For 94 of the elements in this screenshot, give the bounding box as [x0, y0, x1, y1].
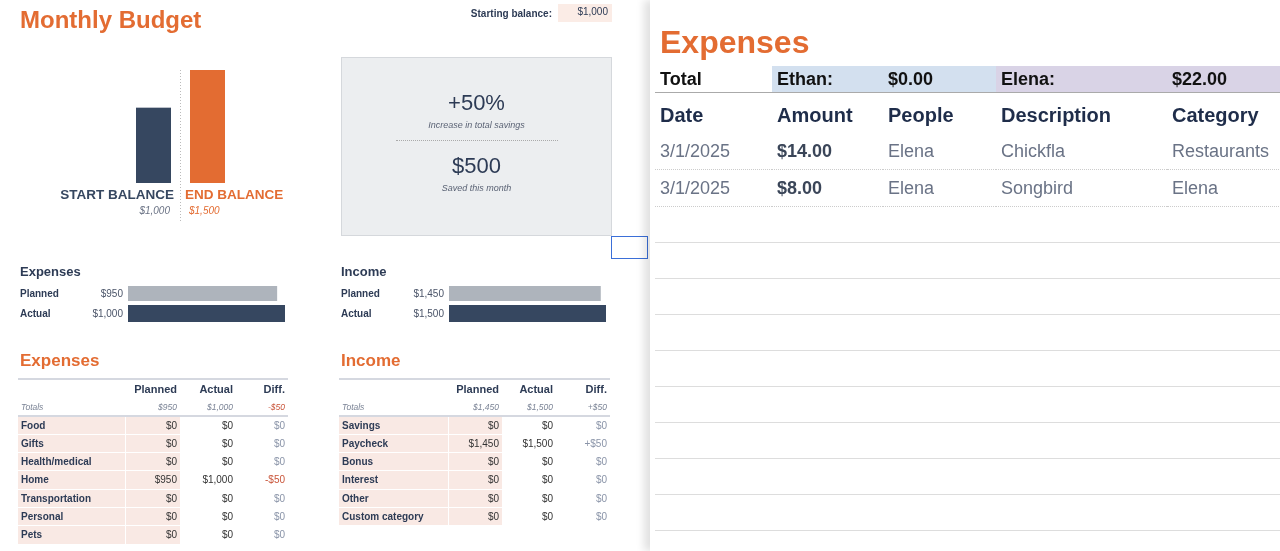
category-cell[interactable]: Interest: [339, 471, 448, 490]
diff-cell-text: $0: [272, 436, 286, 451]
actual-cell-text: $0: [540, 418, 554, 433]
category-cell[interactable]: Bonus: [339, 453, 448, 472]
balance-label: START BALANCE: [60, 187, 174, 202]
actual-cell-text: $0: [220, 491, 234, 506]
totals-cell: $1,500: [502, 398, 556, 417]
table-title: Expenses: [20, 351, 101, 372]
actual-cell-text: $0: [220, 510, 234, 525]
expense-cell: 3/1/2025: [655, 170, 772, 207]
expense-cell: Songbird: [996, 170, 1167, 207]
planned-cell[interactable]: $0: [125, 526, 180, 545]
actual-cell-text: $0: [540, 473, 554, 488]
column-header: Category: [1171, 103, 1260, 128]
balance-label: END BALANCE: [185, 187, 284, 202]
comparison-value: $1,450: [412, 287, 445, 299]
column-header: People: [887, 103, 955, 128]
column-header: Actual: [198, 382, 234, 397]
category-cell[interactable]: Personal: [18, 508, 125, 527]
actual-cell-text: $0: [220, 436, 234, 451]
column-header: Diff.: [262, 382, 286, 397]
column-header: Date: [659, 103, 705, 128]
person-name: Ethan:: [772, 66, 883, 93]
diff-cell-text: -$50: [264, 473, 286, 488]
actual-cell-text: $0: [540, 455, 554, 470]
summary-caption: Saved this month: [441, 183, 512, 193]
comparison-label: Planned: [341, 287, 381, 299]
expense-cell: $8.00: [772, 170, 883, 207]
actual-cell-text: $0: [540, 510, 554, 525]
expense-cell: $14.00: [772, 133, 883, 170]
comparison-value: $1,500: [412, 307, 445, 319]
totals-cell: +$50: [556, 398, 610, 417]
category-cell[interactable]: Health/medical: [18, 453, 125, 472]
person-total: $22.00: [1167, 66, 1280, 93]
column-header: Planned: [455, 382, 500, 397]
category-cell[interactable]: Pets: [18, 526, 125, 545]
cell-cursor: [611, 236, 648, 259]
starting-balance-label: Starting balance:: [470, 7, 552, 19]
summary-value: $500: [452, 153, 501, 179]
column-header: Planned: [133, 382, 178, 397]
planned-cell[interactable]: $0: [448, 453, 502, 472]
diff-cell-text: $0: [272, 418, 286, 433]
column-header: Description: [1000, 103, 1113, 128]
expense-cell: Elena: [883, 133, 996, 170]
person-total: $0.00: [883, 66, 996, 93]
diff-cell-text: $0: [594, 455, 608, 470]
planned-cell[interactable]: $0: [448, 471, 502, 490]
column-header: Actual: [518, 382, 554, 397]
diff-cell-text: $0: [594, 491, 608, 506]
expenses-title: Expenses: [660, 24, 811, 62]
actual-cell-text: $0: [220, 528, 234, 543]
diff-cell-text: +$50: [583, 436, 608, 451]
actual-cell-text: $1,000: [201, 473, 234, 488]
summary-value: +50%: [448, 90, 505, 116]
person-name: Elena:: [996, 66, 1167, 93]
balance-value: $1,500: [189, 205, 220, 216]
column-header: Diff.: [584, 382, 608, 397]
expense-cell: 3/1/2025: [655, 133, 772, 170]
comparison-value: $1,000: [91, 307, 124, 319]
summary-caption: Increase in total savings: [428, 120, 525, 130]
comparison-label: Actual: [20, 307, 52, 319]
planned-cell[interactable]: $0: [125, 508, 180, 527]
expense-cell: Elena: [1167, 170, 1280, 207]
budget-title: Monthly Budget: [20, 6, 202, 35]
category-cell[interactable]: Custom category: [339, 508, 448, 527]
totals-cell: -$50: [236, 398, 288, 417]
actual-cell-text: $1,500: [521, 436, 554, 451]
category-cell[interactable]: Home: [18, 471, 125, 490]
totals-cell: $1,000: [180, 398, 236, 417]
diff-cell-text: $0: [272, 510, 286, 525]
diff-cell-text: $0: [272, 455, 286, 470]
column-header: Amount: [776, 103, 854, 128]
expense-cell: Restaurants: [1167, 133, 1280, 170]
expense-cell: Elena: [883, 170, 996, 207]
comparison-value: $950: [99, 287, 124, 299]
planned-cell[interactable]: $950: [125, 471, 180, 490]
expense-cell: Chickfla: [996, 133, 1167, 170]
diff-cell-text: $0: [272, 491, 286, 506]
actual-cell-text: $0: [540, 491, 554, 506]
table-title: Income: [341, 351, 402, 372]
planned-cell[interactable]: $0: [448, 508, 502, 527]
comparison-title: Income: [341, 264, 388, 279]
diff-cell-text: $0: [272, 528, 286, 543]
diff-cell-text: $0: [594, 473, 608, 488]
diff-cell-text: $0: [594, 418, 608, 433]
diff-cell-text: $0: [594, 510, 608, 525]
planned-cell[interactable]: $0: [125, 453, 180, 472]
comparison-title: Expenses: [20, 264, 82, 279]
actual-cell-text: $0: [220, 418, 234, 433]
comparison-label: Actual: [341, 307, 373, 319]
balance-value: $1,000: [139, 205, 170, 216]
comparison-label: Planned: [20, 287, 60, 299]
actual-cell-text: $0: [220, 455, 234, 470]
starting-balance-value[interactable]: $1,000: [558, 4, 612, 22]
